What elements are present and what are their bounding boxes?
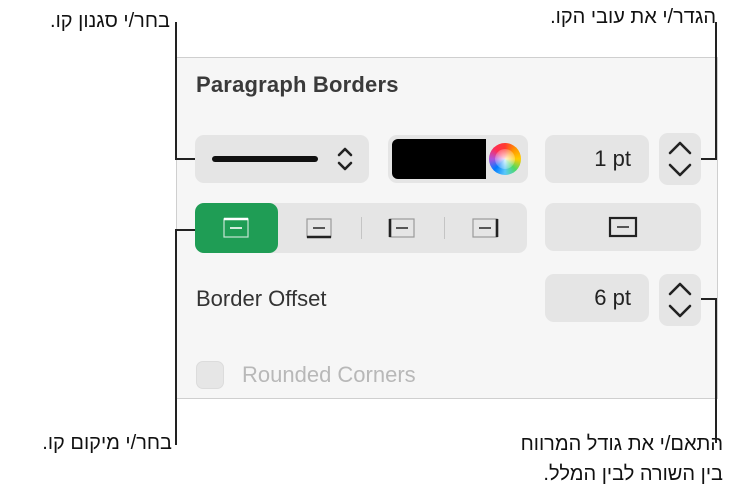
line-width-stepper[interactable]: [659, 133, 701, 185]
segment-separator: [361, 217, 362, 239]
line-width-field[interactable]: 1 pt: [545, 135, 649, 183]
segment-separator: [444, 217, 445, 239]
right-border-icon: [472, 218, 499, 238]
box-border-icon: [608, 216, 638, 238]
left-border-button[interactable]: [361, 203, 444, 253]
border-offset-stepper[interactable]: [659, 274, 701, 326]
leader-line: [715, 298, 717, 443]
callout-line-style: בחר/י סגנון קו.: [50, 10, 170, 32]
up-down-chevron-icon: [337, 147, 353, 171]
bottom-border-icon: [306, 218, 332, 239]
top-border-button[interactable]: [195, 203, 278, 253]
line-style-popup[interactable]: [195, 135, 369, 183]
left-border-icon: [388, 218, 415, 238]
border-position-control: [195, 203, 527, 253]
panel-title: Paragraph Borders: [196, 72, 399, 97]
leader-line: [701, 298, 717, 300]
bottom-border-button[interactable]: [278, 203, 361, 253]
callout-border-offset-line1: התאם/י את גודל המרווח: [520, 433, 723, 455]
callout-line-thickness: הגדר/י את עובי הקו.: [550, 6, 716, 28]
leader-line: [175, 229, 177, 445]
stepper-chevrons-icon: [668, 141, 692, 177]
stepper-chevrons-icon: [668, 282, 692, 318]
callout-border-offset-line2: בין השורה לבין המלל.: [543, 463, 723, 485]
leader-line: [175, 22, 177, 160]
rounded-corners-label: Rounded Corners: [242, 362, 416, 387]
solid-line-icon: [212, 156, 318, 162]
right-border-button[interactable]: [444, 203, 527, 253]
border-offset-label: Border Offset: [196, 286, 327, 311]
box-border-button[interactable]: [545, 203, 701, 251]
line-color-well[interactable]: [388, 135, 528, 183]
leader-line: [715, 22, 717, 160]
color-wheel-icon[interactable]: [489, 143, 521, 175]
callout-line-position: בחר/י מיקום קו.: [42, 432, 172, 454]
rounded-corners-checkbox[interactable]: [196, 361, 224, 389]
leader-line: [175, 229, 195, 231]
leader-line: [701, 158, 717, 160]
top-border-icon: [223, 217, 249, 238]
leader-line: [175, 158, 195, 160]
color-swatch[interactable]: [392, 139, 486, 179]
callout-border-offset: התאם/י את גודל המרווח בין השורה לבין המל…: [521, 429, 723, 489]
border-offset-field[interactable]: 6 pt: [545, 274, 649, 322]
